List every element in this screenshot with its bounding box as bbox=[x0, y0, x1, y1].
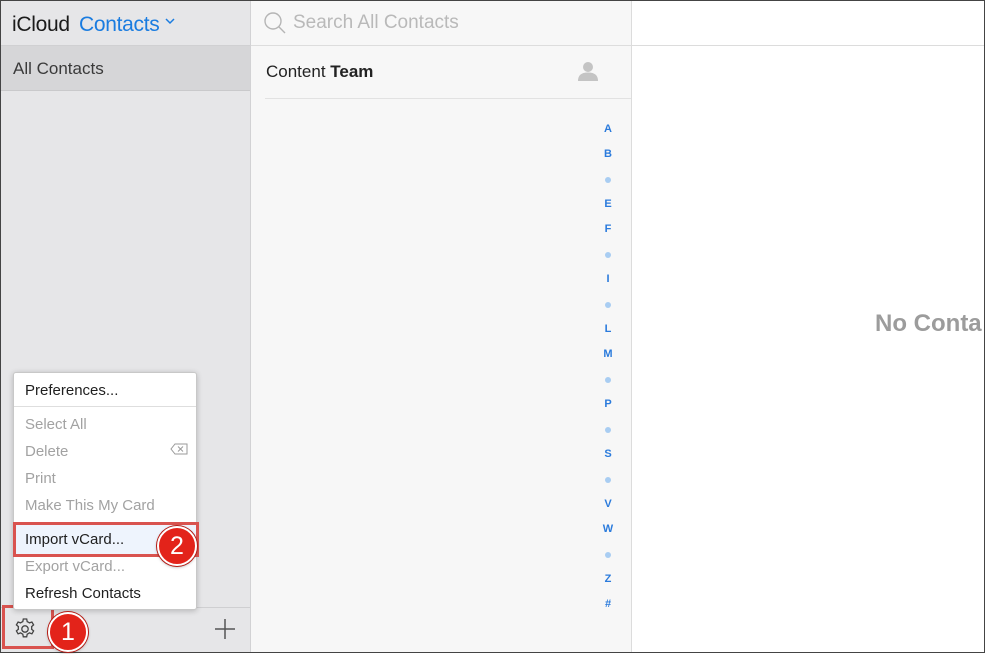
menu-item-print: Print bbox=[25, 470, 56, 487]
plus-icon[interactable] bbox=[214, 618, 236, 640]
settings-menu: Preferences... Select All Delete Print M… bbox=[13, 372, 199, 610]
index-letter[interactable]: M bbox=[598, 348, 618, 360]
index-letter[interactable]: # bbox=[598, 598, 618, 610]
menu-separator bbox=[14, 406, 196, 407]
index-dot[interactable] bbox=[605, 302, 611, 308]
index-letter[interactable]: P bbox=[598, 398, 618, 410]
contact-list-item[interactable]: Content Team bbox=[251, 46, 631, 98]
contact-first-name: Content bbox=[266, 62, 331, 81]
delete-key-icon bbox=[170, 443, 188, 455]
contact-last-name: Team bbox=[330, 62, 374, 81]
index-letter[interactable]: W bbox=[598, 523, 618, 535]
menu-item-export-vcard: Export vCard... bbox=[25, 558, 126, 575]
index-letter[interactable]: V bbox=[598, 498, 618, 510]
index-letter[interactable]: Z bbox=[598, 573, 618, 585]
menu-item-select-all: Select All bbox=[25, 416, 87, 433]
index-letter[interactable]: B bbox=[598, 148, 618, 160]
brand-label: iCloud bbox=[12, 13, 70, 36]
index-dot[interactable] bbox=[605, 377, 611, 383]
menu-item-delete: Delete bbox=[25, 443, 69, 460]
index-letter[interactable]: L bbox=[598, 323, 618, 335]
person-icon bbox=[578, 62, 598, 81]
menu-item-refresh-contacts[interactable]: Refresh Contacts bbox=[25, 585, 141, 602]
chevron-down-icon[interactable] bbox=[165, 17, 175, 25]
search-bar bbox=[251, 1, 631, 46]
sidebar-header: iCloud Contacts bbox=[1, 1, 250, 46]
step-1-badge: 1 bbox=[48, 612, 88, 652]
sidebar-item-all-contacts[interactable]: All Contacts bbox=[1, 46, 250, 91]
index-letter[interactable]: S bbox=[598, 448, 618, 460]
divider bbox=[632, 45, 984, 46]
index-dot[interactable] bbox=[605, 477, 611, 483]
index-letter[interactable]: F bbox=[598, 223, 618, 235]
search-icon bbox=[264, 12, 286, 34]
app-switcher[interactable]: Contacts bbox=[79, 13, 160, 37]
search-input[interactable] bbox=[291, 9, 615, 37]
index-dot[interactable] bbox=[605, 177, 611, 183]
index-dot[interactable] bbox=[605, 427, 611, 433]
step-2-badge: 2 bbox=[157, 526, 197, 566]
sidebar-item-label: All Contacts bbox=[13, 59, 104, 78]
contact-name: Content Team bbox=[266, 62, 373, 82]
index-dot[interactable] bbox=[605, 552, 611, 558]
divider bbox=[265, 98, 631, 99]
empty-state-text: No Conta bbox=[875, 310, 982, 337]
menu-item-make-my-card: Make This My Card bbox=[25, 497, 155, 514]
menu-item-preferences[interactable]: Preferences... bbox=[25, 382, 118, 399]
index-letter[interactable]: E bbox=[598, 198, 618, 210]
index-letter[interactable]: I bbox=[598, 273, 618, 285]
menu-item-import-vcard[interactable]: Import vCard... bbox=[25, 531, 124, 548]
contact-list-pane: Content Team A B E F I L M P S V W Z # bbox=[251, 1, 632, 652]
index-letter[interactable]: A bbox=[598, 123, 618, 135]
gear-icon[interactable] bbox=[13, 617, 37, 641]
contact-detail-pane: No Conta bbox=[632, 1, 984, 652]
index-dot[interactable] bbox=[605, 252, 611, 258]
